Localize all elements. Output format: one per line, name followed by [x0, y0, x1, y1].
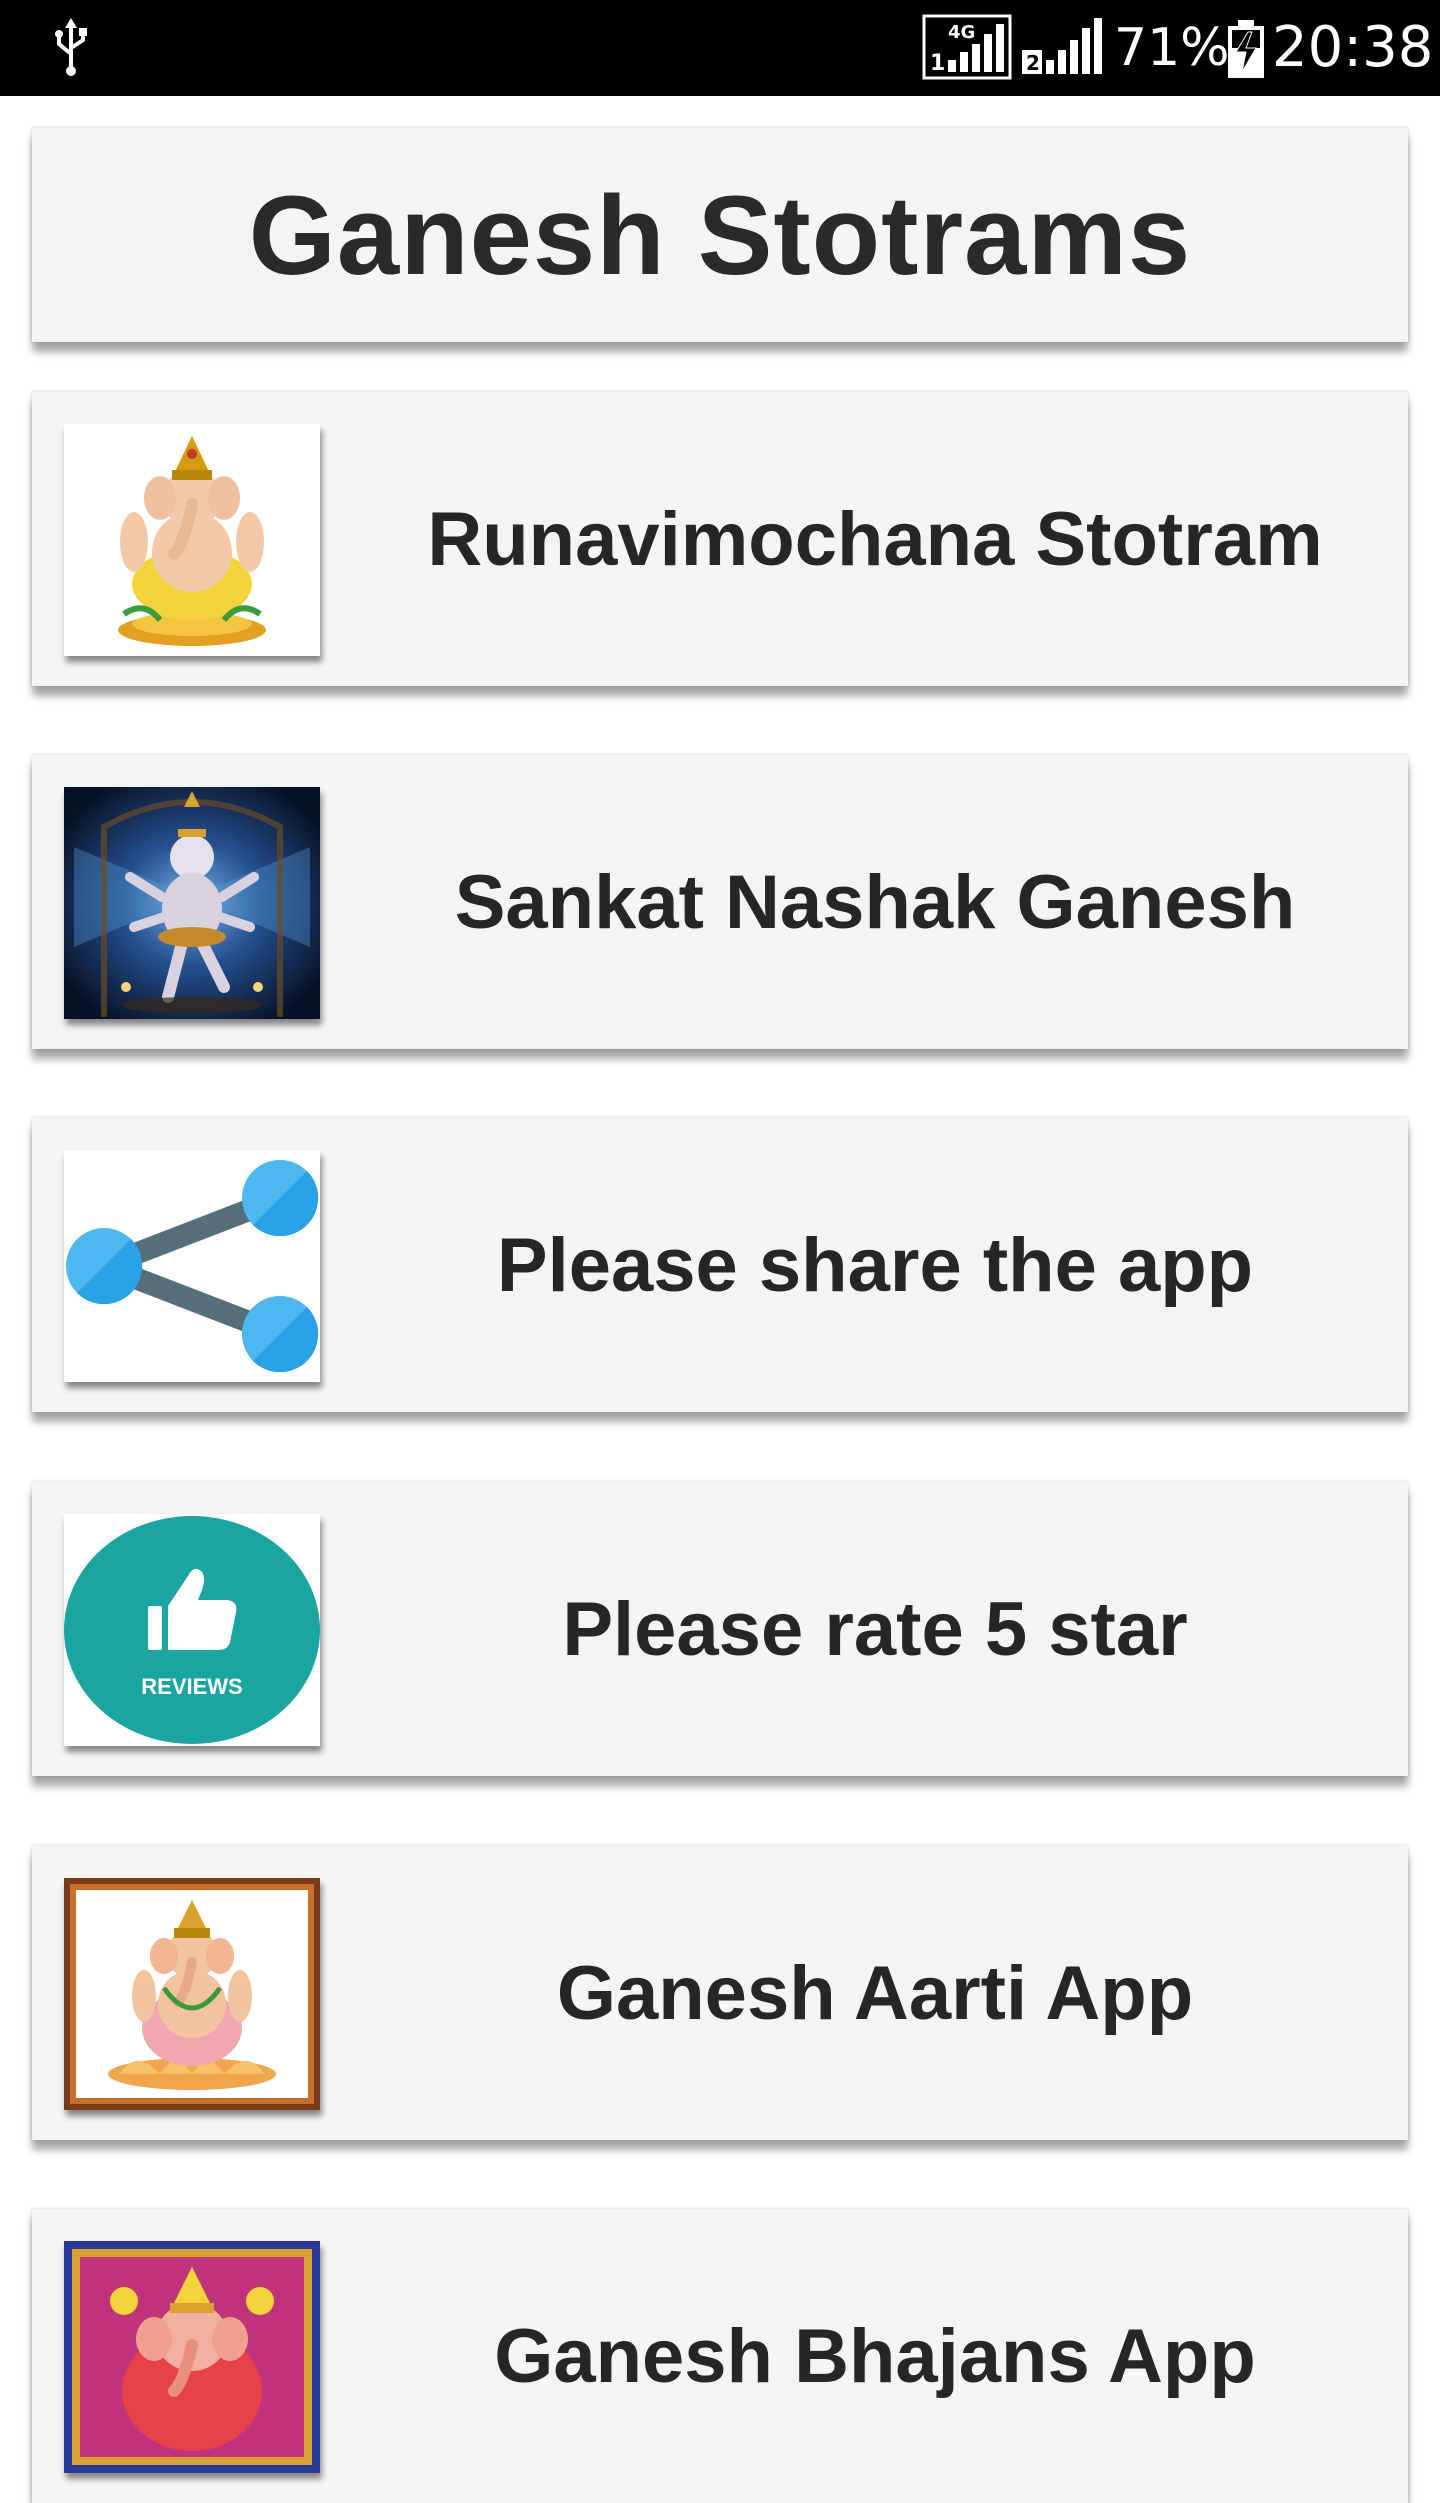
- menu-item-label: Please rate 5 star: [562, 1586, 1188, 1672]
- network-type-label: 4G: [948, 22, 975, 43]
- menu-item-rate-app[interactable]: REVIEWS Please rate 5 star: [32, 1482, 1408, 1776]
- reviews-badge-text: REVIEWS: [141, 1674, 242, 1699]
- menu-item-ganesh-bhajans-app[interactable]: Ganesh Bhajans App: [32, 2209, 1408, 2503]
- status-bar: 4G 1 2 71% 20:38: [0, 0, 1440, 96]
- menu-item-sankat-nashak-ganesh[interactable]: Sankat Nashak Ganesh: [32, 755, 1408, 1049]
- ganesha-framed-image: [64, 1878, 320, 2110]
- usb-icon: [50, 18, 92, 78]
- signal-4g-icon: 4G 1: [922, 14, 1012, 80]
- menu-item-label: Runavimochana Stotram: [427, 496, 1323, 582]
- menu-item-label: Sankat Nashak Ganesh: [454, 859, 1296, 945]
- menu-item-label: Ganesh Bhajans App: [494, 2313, 1256, 2399]
- signal-sim2-icon: 2: [1020, 16, 1104, 78]
- share-icon: [64, 1150, 320, 1382]
- battery-percent: 71%: [1114, 18, 1230, 78]
- battery-charging-icon: [1224, 18, 1268, 80]
- menu-item-label: Please share the app: [496, 1222, 1254, 1308]
- menu-item-runavimochana-stotram[interactable]: Runavimochana Stotram: [32, 392, 1408, 686]
- ganesha-dancing-image: [64, 787, 320, 1019]
- ganesha-colorful-image: [64, 2241, 320, 2473]
- reviews-thumbs-up-icon: REVIEWS: [64, 1514, 320, 1746]
- menu-item-ganesh-aarti-app[interactable]: Ganesh Aarti App: [32, 1846, 1408, 2140]
- menu-item-label: Ganesh Aarti App: [556, 1950, 1194, 2036]
- header-card: Ganesh Stotrams: [32, 128, 1408, 342]
- page-title: Ganesh Stotrams: [248, 172, 1192, 298]
- menu-item-share-app[interactable]: Please share the app: [32, 1118, 1408, 1412]
- ganesha-image: [64, 424, 320, 656]
- svg-text:2: 2: [1026, 51, 1040, 75]
- svg-text:1: 1: [930, 51, 945, 76]
- clock: 20:38: [1272, 15, 1434, 80]
